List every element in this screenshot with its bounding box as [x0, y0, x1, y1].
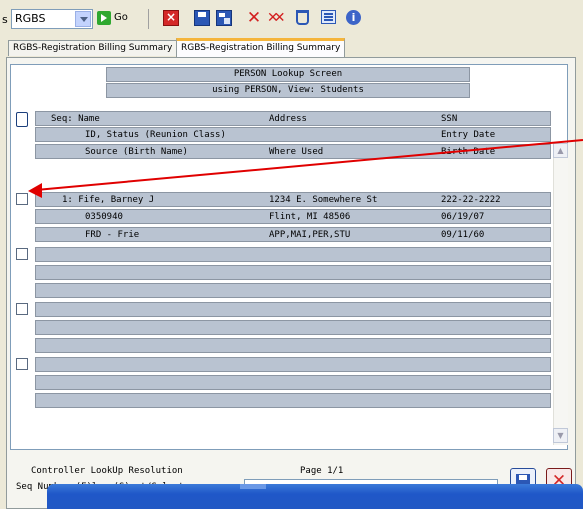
- toolbar-prefix: s: [2, 13, 8, 26]
- toolbar-separator: [148, 9, 149, 29]
- table-row[interactable]: [35, 338, 551, 353]
- record-entry-date: 06/19/07: [441, 212, 485, 222]
- record-name: 1: Fife, Barney J: [62, 195, 155, 205]
- record-checkbox[interactable]: [16, 193, 28, 205]
- header-birth-date: Birth Date: [441, 147, 496, 157]
- record-ssn: 222-22-2222: [441, 195, 501, 205]
- go-arrow-icon: [97, 11, 111, 25]
- help-icon[interactable]: i: [346, 10, 361, 25]
- header-row: Source (Birth Name) Where Used Birth Dat…: [35, 144, 551, 159]
- delete-all-icon[interactable]: ✕✕: [267, 10, 285, 26]
- close-window-icon[interactable]: ×: [163, 10, 179, 26]
- table-row[interactable]: [35, 320, 551, 335]
- delete-icon[interactable]: ✕: [246, 10, 262, 27]
- header-ssn: SSN: [441, 114, 458, 124]
- record-checkbox[interactable]: [16, 358, 28, 370]
- tab-registration-billing-summary-1[interactable]: RGBS-Registration Billing Summary: [8, 40, 178, 56]
- record-birth-date: 09/11/60: [441, 230, 485, 240]
- taskbar-notch: [240, 484, 266, 489]
- cup-icon[interactable]: [296, 10, 309, 25]
- table-row[interactable]: [35, 302, 551, 317]
- table-row[interactable]: [35, 247, 551, 262]
- scroll-up-icon[interactable]: ▲: [553, 143, 568, 158]
- go-button[interactable]: Go: [97, 10, 133, 28]
- header-address: Address: [269, 114, 307, 124]
- toolbar: s RGBS Go × ✕ ✕✕ i: [0, 0, 583, 36]
- record-address: 1234 E. Somewhere St: [269, 195, 378, 205]
- table-row[interactable]: [35, 265, 551, 280]
- resolution-label: Controller LookUp Resolution: [31, 466, 183, 476]
- lookup-title: PERSON Lookup Screen: [106, 67, 470, 82]
- header-row: ID, Status (Reunion Class) Entry Date: [35, 127, 551, 142]
- table-row[interactable]: [35, 283, 551, 298]
- table-row[interactable]: 0350940 Flint, MI 48506 06/19/07: [35, 209, 551, 224]
- table-row[interactable]: [35, 375, 551, 390]
- vertical-scrollbar[interactable]: [553, 143, 568, 445]
- header-where-used: Where Used: [269, 147, 324, 157]
- scroll-down-icon[interactable]: ▼: [553, 428, 568, 443]
- lookup-subtitle: using PERSON, View: Students: [106, 83, 470, 98]
- record-source: FRD - Frie: [85, 230, 140, 240]
- select-all-checkbox[interactable]: [16, 112, 28, 127]
- tab-registration-billing-summary-2[interactable]: RGBS-Registration Billing Summary: [176, 38, 346, 57]
- chevron-down-icon[interactable]: [75, 11, 91, 27]
- page-indicator: Page 1/1: [300, 466, 344, 476]
- header-id-status: ID, Status (Reunion Class): [85, 130, 226, 140]
- go-label: Go: [114, 12, 128, 23]
- module-select-value: RGBS: [15, 12, 46, 25]
- save-all-icon[interactable]: [216, 10, 232, 26]
- table-row[interactable]: 1: Fife, Barney J 1234 E. Somewhere St 2…: [35, 192, 551, 207]
- module-select[interactable]: RGBS: [11, 9, 93, 29]
- table-row[interactable]: [35, 393, 551, 408]
- table-row[interactable]: [35, 357, 551, 372]
- list-icon[interactable]: [321, 10, 336, 24]
- record-where-used: APP,MAI,PER,STU: [269, 230, 351, 240]
- taskbar: [47, 484, 583, 509]
- record-city: Flint, MI 48506: [269, 212, 351, 222]
- header-entry-date: Entry Date: [441, 130, 496, 140]
- record-checkbox[interactable]: [16, 248, 28, 260]
- record-checkbox[interactable]: [16, 303, 28, 315]
- save-icon[interactable]: [194, 10, 210, 26]
- record-id: 0350940: [85, 212, 123, 222]
- table-row[interactable]: FRD - Frie APP,MAI,PER,STU 09/11/60: [35, 227, 551, 242]
- header-row: Seq: Name Address SSN: [35, 111, 551, 126]
- header-name: Seq: Name: [51, 114, 100, 124]
- header-source: Source (Birth Name): [85, 147, 188, 157]
